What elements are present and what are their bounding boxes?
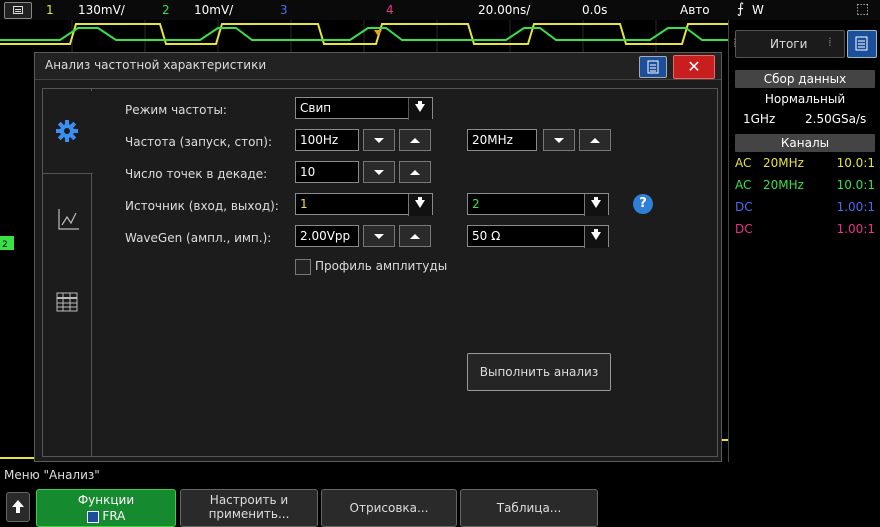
sample-rate: 2.50GSa/s	[805, 112, 867, 126]
acquisition-header: Сбор данных	[735, 70, 875, 88]
wavegen-amp-decrement[interactable]	[363, 225, 395, 247]
setup-label-1: Настроить и	[209, 493, 289, 507]
list-icon	[647, 60, 659, 74]
tab-table[interactable]	[43, 253, 91, 333]
fra-label: FRA	[102, 509, 126, 523]
run-analysis-button[interactable]: Выполнить анализ	[467, 353, 611, 391]
wavegen-imp-value: 50 Ω	[472, 229, 501, 243]
table-icon	[56, 292, 78, 312]
dialog-title-bar[interactable]: Анализ частотной характеристики ✕	[35, 53, 721, 80]
freq-start-decrement[interactable]	[363, 129, 395, 151]
close-button[interactable]: ✕	[673, 55, 715, 79]
wavegen-amp-field[interactable]: 2.00Vpp	[295, 225, 359, 247]
freq-mode-value: Свип	[300, 101, 332, 115]
fra-dialog: Анализ частотной характеристики ✕ Режим …	[34, 52, 722, 462]
list-icon	[855, 36, 868, 51]
drag-grip-icon: ⁞	[733, 36, 737, 50]
source-label: Источник (вход, выход):	[125, 199, 279, 213]
status-bar: 1 130mV/ 2 10mV/ 3 4 20.00ns/ 0.0s Авто …	[0, 0, 880, 21]
menu-icon	[13, 6, 23, 14]
functions-label: Функции	[77, 493, 135, 507]
back-button[interactable]	[6, 492, 30, 522]
timebase[interactable]: 20.00ns/	[478, 3, 530, 17]
ch3-probe: 1.00:1	[836, 200, 875, 214]
main-menu-button[interactable]	[4, 2, 32, 19]
help-icon[interactable]: ?	[633, 194, 653, 214]
functions-softkey[interactable]: Функции FRA	[36, 489, 176, 527]
close-icon: ✕	[687, 57, 701, 76]
bandwidth: 1GHz	[743, 112, 776, 126]
ch3-coupling: DC	[735, 200, 753, 214]
freq-stop-increment[interactable]	[579, 129, 611, 151]
chart-icon	[58, 209, 79, 230]
chevron-down-icon	[408, 98, 432, 120]
plot-softkey[interactable]: Отрисовка...	[321, 489, 457, 527]
drag-grip-icon: ⁞	[828, 35, 832, 49]
ch2-bw: 20MHz	[763, 178, 804, 192]
panel-menu-button[interactable]	[847, 30, 877, 58]
freq-start-field[interactable]: 100Hz	[295, 129, 359, 151]
table-softkey[interactable]: Таблица...	[460, 489, 598, 527]
frequency-label: Частота (запуск, стоп):	[125, 135, 273, 149]
summary-tab[interactable]: Итоги ⁞	[735, 30, 845, 58]
freq-mode-label: Режим частоты:	[125, 103, 227, 117]
source-out-value: 2	[472, 197, 480, 211]
ch1-probe: 10.0:1	[836, 156, 875, 170]
points-field[interactable]: 10	[295, 161, 359, 183]
ch3-number[interactable]: 3	[280, 3, 288, 17]
ch2-coupling: AC	[735, 178, 752, 192]
source-in-value: 1	[300, 197, 308, 211]
gear-icon	[56, 120, 78, 142]
svg-text:2: 2	[2, 240, 8, 250]
ch4-number[interactable]: 4	[386, 3, 394, 17]
ch2-scale[interactable]: 10mV/	[194, 3, 233, 17]
points-label: Число точек в декаде:	[125, 167, 268, 181]
wavegen-imp-select[interactable]: 50 Ω	[467, 225, 609, 248]
freq-stop-field[interactable]: 20MHz	[467, 129, 537, 151]
trigger-edge-icon: ⨍	[737, 1, 745, 17]
points-decrement[interactable]	[363, 161, 395, 183]
ch4-probe: 1.00:1	[836, 222, 875, 236]
dialog-body: Режим частоты: Свип Частота (запуск, сто…	[42, 88, 718, 457]
wavegen-label: WaveGen (ампл., имп.):	[125, 231, 272, 245]
ch1-number[interactable]: 1	[46, 3, 54, 17]
ch2-probe: 10.0:1	[836, 178, 875, 192]
channels-header: Каналы	[735, 134, 875, 152]
ch1-coupling: AC	[735, 156, 752, 170]
trigger-source[interactable]: W	[752, 3, 764, 17]
fra-indicator-icon	[86, 510, 99, 523]
wavegen-amp-increment[interactable]	[399, 225, 431, 247]
freq-start-increment[interactable]	[399, 129, 431, 151]
dialog-title: Анализ частотной характеристики	[45, 58, 267, 72]
ch2-number[interactable]: 2	[162, 3, 170, 17]
freq-mode-select[interactable]: Свип	[295, 97, 433, 120]
setup-label-2: применить...	[208, 507, 290, 521]
chevron-down-icon	[408, 194, 432, 216]
ch1-bw: 20MHz	[763, 156, 804, 170]
delay[interactable]: 0.0s	[582, 3, 607, 17]
acquisition-mode: Нормальный	[764, 92, 846, 106]
points-increment[interactable]	[399, 161, 431, 183]
summary-tab-label: Итоги	[770, 37, 808, 51]
fullscreen-icon[interactable]: ⬚	[856, 1, 869, 17]
tab-plot[interactable]	[43, 173, 91, 253]
amp-profile-label: Профиль амплитуды	[315, 259, 448, 273]
softkey-bar: Меню "Анализ" Функции FRA Настроить и пр…	[0, 462, 880, 527]
arrow-up-icon	[12, 500, 24, 513]
amp-profile-checkbox[interactable]	[295, 259, 311, 275]
ch1-scale[interactable]: 130mV/	[78, 3, 125, 17]
chevron-down-icon	[584, 226, 608, 248]
ch4-coupling: DC	[735, 222, 753, 236]
freq-stop-decrement[interactable]	[543, 129, 575, 151]
source-out-select[interactable]: 2	[467, 193, 609, 216]
tab-setup[interactable]	[43, 91, 93, 174]
summary-panel: Итоги ⁞ ⁞ Сбор данных Нормальный 1GHz 2.…	[728, 20, 880, 462]
menu-title: Меню "Анализ"	[4, 468, 100, 482]
chevron-down-icon	[584, 194, 608, 216]
source-in-select[interactable]: 1	[295, 193, 433, 216]
dialog-menu-button[interactable]	[639, 56, 667, 78]
setup-apply-softkey[interactable]: Настроить и применить...	[180, 489, 318, 527]
trigger-mode[interactable]: Авто	[680, 3, 710, 17]
